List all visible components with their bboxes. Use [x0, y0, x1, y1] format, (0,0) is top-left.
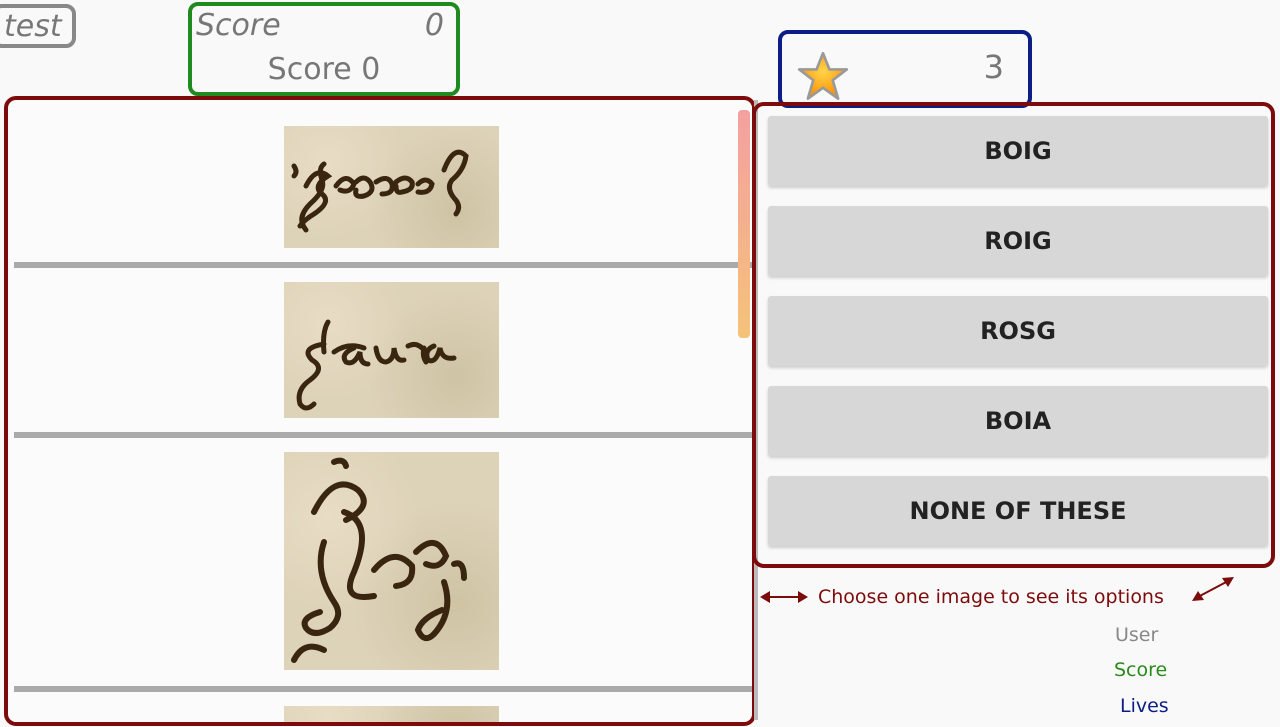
- image-list-panel: [4, 96, 756, 726]
- star-icon: [797, 51, 849, 100]
- score-value: 0: [424, 8, 444, 43]
- image-row[interactable]: [14, 268, 752, 432]
- user-box: test: [0, 4, 76, 48]
- image-row[interactable]: [14, 106, 752, 262]
- handwriting-image[interactable]: [284, 452, 499, 670]
- legend-lives: Lives: [1120, 695, 1169, 717]
- option-button[interactable]: ROIG: [768, 206, 1268, 276]
- handwriting-sfexoes-icon: [291, 149, 469, 233]
- diagonal-double-arrow-icon: [1192, 577, 1234, 601]
- lives-box: 3: [778, 30, 1032, 108]
- score-text: Score 0: [267, 52, 381, 87]
- image-row[interactable]: [14, 438, 752, 686]
- option-button[interactable]: BOIA: [768, 386, 1268, 456]
- score-label: Score: [196, 8, 281, 43]
- option-button-none[interactable]: NONE OF THESE: [768, 476, 1268, 546]
- scroll-indicator: [738, 110, 750, 338]
- handwriting-image[interactable]: [284, 706, 499, 722]
- handwriting-sfaura-icon: [296, 319, 457, 411]
- option-button[interactable]: BOIG: [768, 116, 1268, 186]
- user-label: test: [4, 9, 62, 44]
- score-box: Score 0 Score 0: [188, 2, 460, 96]
- hint-text: Choose one image to see its options: [818, 586, 1164, 608]
- legend-user: User: [1115, 624, 1159, 646]
- options-panel: BOIG ROIG ROSG BOIA NONE OF THESE: [752, 102, 1275, 568]
- legend-score: Score: [1114, 659, 1168, 681]
- handwriting-image[interactable]: [284, 282, 499, 418]
- lives-value: 3: [983, 48, 1004, 86]
- option-button[interactable]: ROSG: [768, 296, 1268, 366]
- handwriting-roig-icon: [291, 457, 467, 663]
- double-arrow-icon: [760, 591, 808, 603]
- handwriting-image[interactable]: [284, 126, 499, 248]
- image-row[interactable]: [14, 692, 752, 722]
